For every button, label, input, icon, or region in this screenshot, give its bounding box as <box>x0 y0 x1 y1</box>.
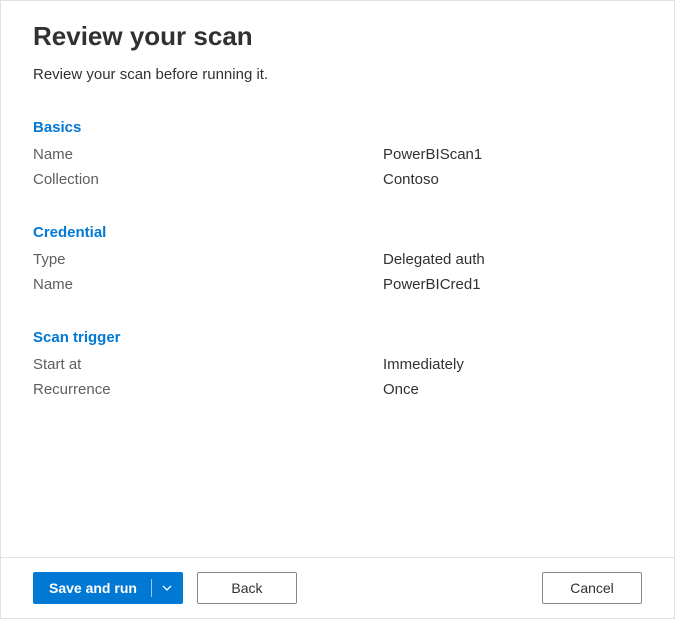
back-button[interactable]: Back <box>197 572 297 604</box>
field-row: Recurrence Once <box>33 381 642 398</box>
save-and-run-menu-button[interactable] <box>151 572 183 604</box>
section-scan-trigger-header: Scan trigger <box>33 329 642 346</box>
footer: Save and run Back Cancel <box>1 557 674 618</box>
section-basics-header: Basics <box>33 119 642 136</box>
chevron-down-icon <box>161 582 173 594</box>
field-value-name: PowerBIScan1 <box>383 146 482 163</box>
field-label-name: Name <box>33 146 383 163</box>
field-label-type: Type <box>33 251 383 268</box>
field-row: Type Delegated auth <box>33 251 642 268</box>
section-basics: Basics Name PowerBIScan1 Collection Cont… <box>33 119 642 188</box>
review-panel-content: Review your scan Review your scan before… <box>1 1 674 557</box>
page-title: Review your scan <box>33 21 642 52</box>
field-row: Name PowerBICred1 <box>33 276 642 293</box>
page-description: Review your scan before running it. <box>33 66 642 83</box>
section-scan-trigger: Scan trigger Start at Immediately Recurr… <box>33 329 642 398</box>
field-value-start-at: Immediately <box>383 356 464 373</box>
field-row: Start at Immediately <box>33 356 642 373</box>
section-credential-header: Credential <box>33 224 642 241</box>
save-and-run-button[interactable]: Save and run <box>33 572 151 604</box>
field-label-start-at: Start at <box>33 356 383 373</box>
save-and-run-split-button: Save and run <box>33 572 183 604</box>
field-value-collection: Contoso <box>383 171 439 188</box>
field-value-credential-name: PowerBICred1 <box>383 276 481 293</box>
field-label-recurrence: Recurrence <box>33 381 383 398</box>
field-value-recurrence: Once <box>383 381 419 398</box>
field-label-credential-name: Name <box>33 276 383 293</box>
field-value-type: Delegated auth <box>383 251 485 268</box>
field-row: Name PowerBIScan1 <box>33 146 642 163</box>
cancel-button[interactable]: Cancel <box>542 572 642 604</box>
section-credential: Credential Type Delegated auth Name Powe… <box>33 224 642 293</box>
field-label-collection: Collection <box>33 171 383 188</box>
field-row: Collection Contoso <box>33 171 642 188</box>
